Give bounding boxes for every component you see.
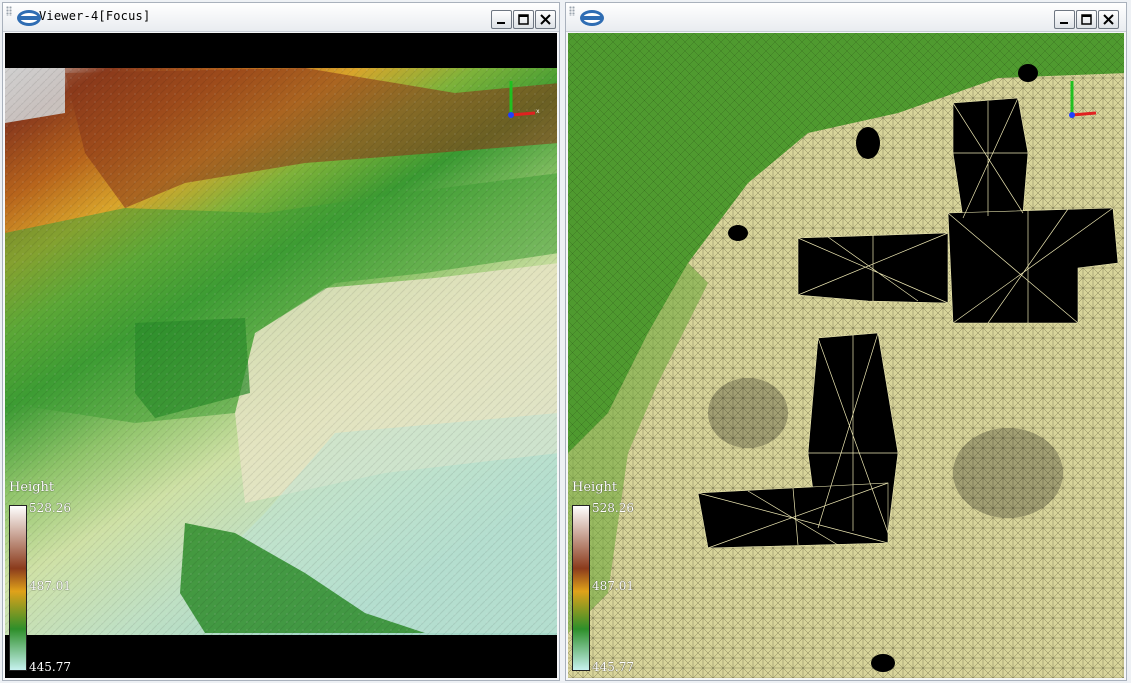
maximize-icon [1081,14,1092,25]
close-icon [540,14,551,25]
viewer-4-canvas[interactable]: x Height 528.26 487.01 445.77 [5,33,557,678]
elevation-map[interactable] [5,33,557,678]
axis-gizmo-icon: x [508,81,540,118]
close-button[interactable] [535,10,556,29]
legend-colorbar [9,505,27,671]
viewer-5-titlebar[interactable] [566,3,1126,32]
drag-grip-icon[interactable] [569,6,575,16]
svg-text:x: x [536,108,540,115]
legend-title: Height [572,480,618,495]
minimize-icon [1060,22,1068,24]
viewer-title: Viewer-4[Focus] [39,9,151,23]
viewer-4-window[interactable]: Viewer-4[Focus] x Height 528.26 487.01 4… [2,2,560,681]
legend-title: Height [9,480,55,495]
legend-max-value: 528.26 [592,501,634,515]
legend-colorbar [572,505,590,671]
minimize-button[interactable] [491,10,512,29]
maximize-icon [518,14,529,25]
logo-icon [580,10,604,26]
minimize-button[interactable] [1054,10,1075,29]
maximize-button[interactable] [1076,10,1097,29]
legend-min-value: 445.77 [592,660,634,674]
axis-gizmo-icon [1069,81,1097,118]
legend-min-value: 445.77 [29,660,71,674]
close-icon [1103,14,1114,25]
legend-mid-value: 487.01 [592,579,634,593]
close-button[interactable] [1098,10,1119,29]
viewer-5-canvas[interactable]: Height 528.26 487.01 445.77 [568,33,1124,678]
tin-mesh-view[interactable] [568,33,1124,678]
drag-grip-icon[interactable] [6,6,12,16]
minimize-icon [497,22,505,24]
viewer-4-titlebar[interactable]: Viewer-4[Focus] [3,3,559,32]
legend-mid-value: 487.01 [29,579,71,593]
viewer-5-window[interactable]: Height 528.26 487.01 445.77 [565,2,1127,681]
maximize-button[interactable] [513,10,534,29]
legend-max-value: 528.26 [29,501,71,515]
